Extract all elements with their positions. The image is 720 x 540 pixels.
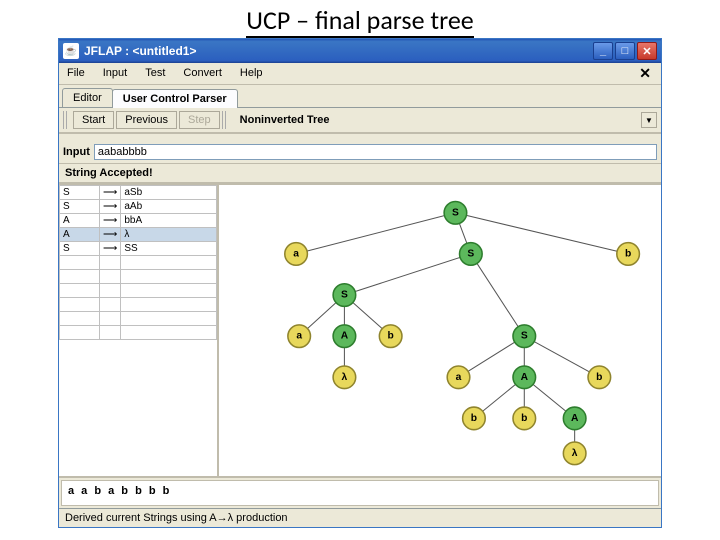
svg-text:b: b [388,331,394,342]
tab-row: Editor User Control Parser [59,85,661,108]
production-row[interactable]: S⟶aAb [60,200,217,214]
svg-text:S: S [341,290,348,301]
productions-panel[interactable]: S⟶aSbS⟶aAbA⟶bbAA⟶λS⟶SS [59,185,219,476]
svg-text:S: S [521,331,528,342]
maximize-button[interactable]: □ [615,42,635,60]
svg-text:λ: λ [342,372,348,383]
svg-text:A: A [521,372,529,383]
production-row[interactable]: A⟶λ [60,228,217,242]
output-string: a a b a b b b b [61,480,659,506]
parser-toolbar: Start Previous Step Noninverted Tree ▼ [59,108,661,133]
svg-text:b: b [471,413,477,424]
status-bar: Derived current Strings using A→λ produc… [59,508,661,527]
svg-text:a: a [293,248,299,259]
previous-button[interactable]: Previous [116,111,177,129]
start-button[interactable]: Start [73,111,114,129]
svg-text:λ: λ [572,448,578,459]
step-button[interactable]: Step [179,111,220,129]
parse-tree-panel[interactable]: Sa Sb S Sa Ab λ a Ab b b Aλ [219,185,661,476]
accept-status: String Accepted! [59,164,661,183]
menubar: File Input Test Convert Help ✕ [59,63,661,85]
menu-convert[interactable]: Convert [179,65,226,82]
svg-text:b: b [625,248,631,259]
slide-title: UCP – final parse tree [0,0,720,38]
svg-text:A: A [341,331,349,342]
inner-close-icon[interactable]: ✕ [633,65,657,82]
svg-text:A: A [571,413,579,424]
svg-text:b: b [596,372,602,383]
toolbar-grip-icon [63,111,69,129]
window-title: JFLAP : <untitled1> [84,44,593,58]
app-window: ☕ JFLAP : <untitled1> _ □ ✕ File Input T… [58,38,662,528]
tree-mode-dropdown[interactable]: ▼ [641,112,657,128]
production-row[interactable]: A⟶bbA [60,214,217,228]
java-icon: ☕ [63,43,79,59]
close-button[interactable]: ✕ [637,42,657,60]
parse-tree-svg: Sa Sb S Sa Ab λ a Ab b b Aλ [219,185,661,476]
input-row: Input [59,141,661,164]
input-label: Input [63,146,90,158]
production-row[interactable]: S⟶SS [60,242,217,256]
menu-file[interactable]: File [63,65,89,82]
svg-text:S: S [452,207,459,218]
menu-help[interactable]: Help [236,65,267,82]
svg-text:a: a [296,331,302,342]
noninverted-tree-label: Noninverted Tree [232,112,639,128]
main-split: S⟶aSbS⟶aAbA⟶bbAA⟶λS⟶SS Sa Sb S Sa Ab λ a Ab b b Aλ [59,183,661,478]
titlebar[interactable]: ☕ JFLAP : <untitled1> _ □ ✕ [59,39,661,63]
tab-editor[interactable]: Editor [62,88,113,107]
productions-table[interactable]: S⟶aSbS⟶aAbA⟶bbAA⟶λS⟶SS [59,185,217,340]
menu-input[interactable]: Input [99,65,131,82]
minimize-button[interactable]: _ [593,42,613,60]
svg-text:b: b [521,413,527,424]
input-field[interactable] [94,144,657,160]
toolbar-grip-icon [222,111,228,129]
menu-test[interactable]: Test [141,65,169,82]
svg-text:a: a [456,372,462,383]
production-row[interactable]: S⟶aSb [60,186,217,200]
tab-user-control-parser[interactable]: User Control Parser [112,89,238,108]
svg-text:S: S [467,248,474,259]
